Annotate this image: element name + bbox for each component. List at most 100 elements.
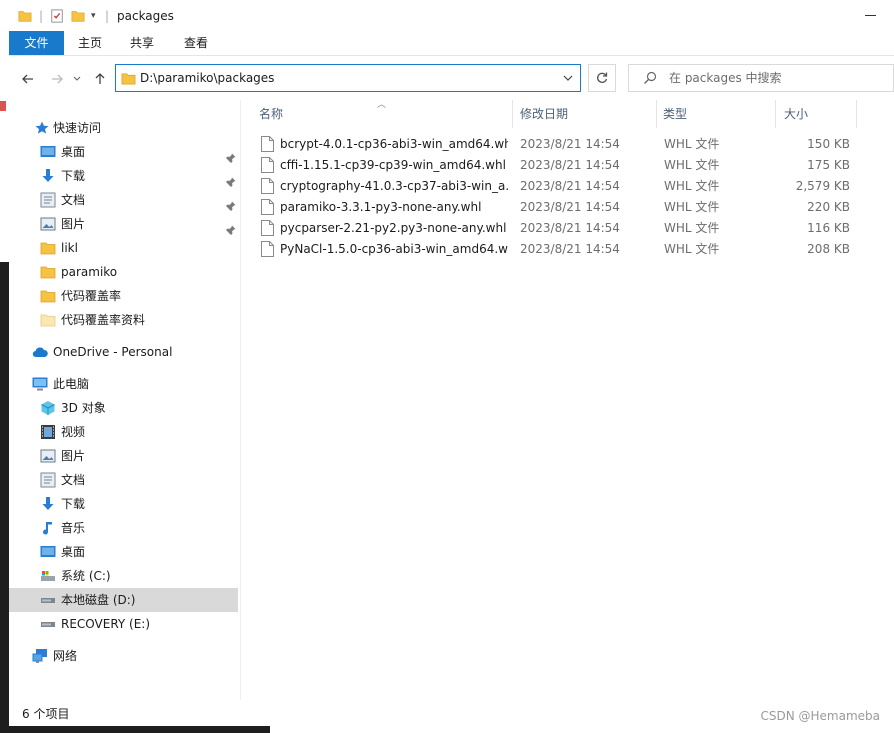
file-row[interactable]: bcrypt-4.0.1-cp36-abi3-win_amd64.whl 202… xyxy=(258,134,858,155)
file-name: cffi-1.15.1-cp39-cp39-win_amd64.whl xyxy=(280,158,506,172)
folder-icon xyxy=(40,288,56,304)
customize-toolbar-chevron-icon[interactable]: ▾ xyxy=(91,7,96,25)
new-folder-icon[interactable] xyxy=(71,7,85,25)
network-icon xyxy=(32,648,48,664)
folder-icon xyxy=(40,312,56,328)
forward-button[interactable] xyxy=(48,70,66,88)
sidebar-item-drive-e[interactable]: RECOVERY (E:) xyxy=(9,612,241,636)
file-name: cryptography-41.0.3-cp37-abi3-win_a... xyxy=(280,179,508,193)
sidebar-item-coverage-docs[interactable]: 代码覆盖率资料 xyxy=(9,308,241,332)
column-header-name[interactable]: 名称 xyxy=(259,100,513,128)
sidebar-item-desktop[interactable]: 桌面 xyxy=(9,140,241,164)
recent-locations-button[interactable] xyxy=(71,70,83,88)
document-icon xyxy=(40,472,56,488)
refresh-icon xyxy=(597,72,608,83)
file-name: bcrypt-4.0.1-cp36-abi3-win_amd64.whl xyxy=(280,137,508,151)
address-path: D:\paramiko\packages xyxy=(140,71,275,85)
cube-icon xyxy=(40,400,56,416)
pictures-icon xyxy=(40,448,56,464)
background-desktop-strip xyxy=(0,0,9,733)
file-date: 2023/8/21 14:54 xyxy=(520,179,620,193)
sidebar-item-onedrive[interactable]: OneDrive - Personal xyxy=(9,340,241,364)
chevron-down-icon[interactable] xyxy=(562,72,574,87)
file-row[interactable]: PyNaCl-1.5.0-cp36-abi3-win_amd64.w... 20… xyxy=(258,239,858,260)
sidebar-item-quick-access[interactable]: 快速访问 xyxy=(9,116,241,140)
folder-icon xyxy=(121,71,136,89)
pictures-icon xyxy=(40,216,56,232)
music-note-icon xyxy=(40,520,56,536)
hard-drive-icon xyxy=(40,592,56,608)
sidebar-item-drive-d[interactable]: 本地磁盘 (D:) xyxy=(9,588,238,612)
folder-icon xyxy=(40,264,56,280)
file-icon xyxy=(261,241,274,264)
sidebar-item-pc-desktop[interactable]: 桌面 xyxy=(9,540,241,564)
address-bar[interactable]: D:\paramiko\packages xyxy=(115,64,581,92)
properties-icon[interactable] xyxy=(50,7,64,25)
star-icon xyxy=(34,120,50,136)
background-taskbar-strip xyxy=(0,726,894,733)
system-drive-icon xyxy=(40,568,56,584)
column-header-date[interactable]: 修改日期 xyxy=(520,100,658,128)
file-date: 2023/8/21 14:54 xyxy=(520,200,620,214)
file-type: WHL 文件 xyxy=(664,137,720,151)
sidebar-item-pc-documents[interactable]: 文档 xyxy=(9,468,241,492)
search-placeholder: 在 packages 中搜索 xyxy=(669,71,782,85)
tab-file[interactable]: 文件 xyxy=(9,31,64,55)
refresh-button[interactable] xyxy=(588,64,616,92)
column-header-size[interactable]: 大小 xyxy=(784,100,856,128)
status-item-count: 6 个项目 xyxy=(22,707,70,721)
tab-view[interactable]: 查看 xyxy=(175,31,217,55)
sidebar-item-3d-objects[interactable]: 3D 对象 xyxy=(9,396,241,420)
file-name: pycparser-2.21-py2.py3-none-any.whl xyxy=(280,221,507,235)
file-row[interactable]: pycparser-2.21-py2.py3-none-any.whl 2023… xyxy=(258,218,858,239)
column-header-type[interactable]: 类型 xyxy=(663,100,775,128)
file-date: 2023/8/21 14:54 xyxy=(520,137,620,151)
sidebar-item-network[interactable]: 网络 xyxy=(9,644,241,668)
file-name: PyNaCl-1.5.0-cp36-abi3-win_amd64.w... xyxy=(280,242,508,256)
file-name: paramiko-3.3.1-py3-none-any.whl xyxy=(280,200,482,214)
sidebar-item-pc-pictures[interactable]: 图片 xyxy=(9,444,241,468)
file-date: 2023/8/21 14:54 xyxy=(520,158,620,172)
sidebar-item-downloads[interactable]: 下载 xyxy=(9,164,241,188)
file-size: 220 KB xyxy=(807,200,850,214)
tab-home[interactable]: 主页 xyxy=(69,31,111,55)
sidebar-item-this-pc[interactable]: 此电脑 xyxy=(9,372,241,396)
file-row[interactable]: paramiko-3.3.1-py3-none-any.whl 2023/8/2… xyxy=(258,197,858,218)
file-date: 2023/8/21 14:54 xyxy=(520,242,620,256)
file-size: 150 KB xyxy=(807,137,850,151)
file-size: 116 KB xyxy=(807,221,850,235)
download-arrow-icon xyxy=(40,496,56,512)
sidebar-item-documents[interactable]: 文档 xyxy=(9,188,241,212)
tab-share[interactable]: 共享 xyxy=(121,31,163,55)
search-icon xyxy=(643,71,657,88)
computer-icon xyxy=(32,376,48,392)
title-bar: | ▾ | packages xyxy=(9,0,894,31)
file-date: 2023/8/21 14:54 xyxy=(520,221,620,235)
sidebar-item-videos[interactable]: 视频 xyxy=(9,420,241,444)
file-row[interactable]: cryptography-41.0.3-cp37-abi3-win_a... 2… xyxy=(258,176,858,197)
file-row[interactable]: cffi-1.15.1-cp39-cp39-win_amd64.whl 2023… xyxy=(258,155,858,176)
sidebar-item-paramiko[interactable]: paramiko xyxy=(9,260,241,284)
sidebar-item-pc-downloads[interactable]: 下载 xyxy=(9,492,241,516)
up-button[interactable] xyxy=(91,70,109,88)
file-type: WHL 文件 xyxy=(664,221,720,235)
sidebar-item-drive-c[interactable]: 系统 (C:) xyxy=(9,564,241,588)
watermark: CSDN @Hemameba xyxy=(760,709,880,723)
ribbon-tabs: 文件 主页 共享 查看 xyxy=(9,31,894,56)
sidebar-item-music[interactable]: 音乐 xyxy=(9,516,241,540)
search-input[interactable]: 在 packages 中搜索 xyxy=(628,64,894,92)
cloud-icon xyxy=(32,344,48,360)
document-icon xyxy=(40,192,56,208)
file-explorer-window: | ▾ | packages 文件 主页 共享 查看 D:\paramiko\p… xyxy=(9,0,894,726)
file-type: WHL 文件 xyxy=(664,179,720,193)
sidebar-item-coverage[interactable]: 代码覆盖率 xyxy=(9,284,241,308)
file-type: WHL 文件 xyxy=(664,158,720,172)
back-button[interactable] xyxy=(19,70,37,88)
window-title: packages xyxy=(117,9,174,23)
sidebar-item-likl[interactable]: likl xyxy=(9,236,241,260)
sidebar-item-pictures[interactable]: 图片 xyxy=(9,212,241,236)
minimize-button[interactable] xyxy=(865,15,876,16)
folder-icon xyxy=(40,240,56,256)
film-icon xyxy=(40,424,56,440)
folder-icon[interactable] xyxy=(18,7,32,25)
